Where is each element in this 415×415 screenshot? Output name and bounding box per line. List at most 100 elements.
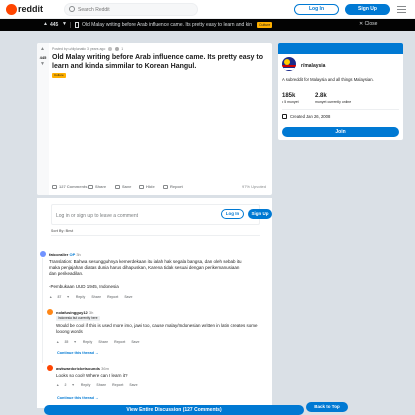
- downvote-arrow-icon[interactable]: ▼: [71, 383, 74, 387]
- comment-author[interactable]: fatcoraller: [49, 252, 68, 257]
- reply-button[interactable]: Reply: [76, 295, 86, 299]
- reddit-wordmark[interactable]: reddit: [18, 4, 43, 14]
- user-menu-icon[interactable]: [397, 6, 406, 14]
- save-button[interactable]: Save: [131, 340, 139, 344]
- comment: fatcoraller OP 3h Translation: Bahwa ses…: [40, 251, 265, 306]
- signup-button[interactable]: Sign Up: [345, 4, 390, 15]
- comment-text: Would be cool if this is used more imo, …: [56, 323, 258, 334]
- reply-button[interactable]: Reply: [83, 340, 93, 344]
- share-button[interactable]: Share: [96, 383, 106, 387]
- upvote-arrow-icon[interactable]: ▲: [56, 340, 59, 344]
- save-button[interactable]: Save: [124, 295, 132, 299]
- post-vote-count: 445: [39, 55, 47, 60]
- share-button[interactable]: Share: [98, 340, 108, 344]
- divider: [282, 109, 399, 110]
- award-count: 1: [121, 47, 124, 51]
- post-meta-text: Posted by u/diylunatic 3 years ago: [52, 47, 106, 51]
- search-input[interactable]: [78, 4, 196, 15]
- comment-time: 3h: [76, 252, 81, 257]
- thread-line[interactable]: [42, 258, 43, 363]
- comment-author-line: awkwardcricketsounds 36m: [56, 366, 109, 371]
- divider: [51, 235, 260, 236]
- comment-author[interactable]: awkwardcricketsounds: [56, 366, 100, 371]
- save-label: Save: [122, 184, 132, 189]
- report-button[interactable]: Report: [107, 295, 118, 299]
- comment-text-line: dan perikeadilan.: [49, 271, 84, 276]
- upvote-arrow-icon[interactable]: ▲: [40, 46, 45, 52]
- avatar[interactable]: [47, 309, 53, 315]
- close-label: Close: [364, 21, 378, 27]
- sticky-post-flair[interactable]: Culture: [257, 22, 273, 28]
- report-label: Report: [170, 184, 183, 189]
- report-button[interactable]: Report: [163, 184, 183, 189]
- downvote-arrow-icon[interactable]: ▼: [62, 21, 67, 27]
- flag-icon: [163, 184, 168, 189]
- downvote-arrow-icon[interactable]: ▼: [66, 295, 69, 299]
- members-label: • 5 munyet: [282, 100, 299, 104]
- continue-thread-link[interactable]: Continue this thread →: [57, 396, 99, 400]
- downvote-arrow-icon[interactable]: ▼: [40, 61, 45, 67]
- calendar-icon: [282, 114, 287, 119]
- award-icon[interactable]: [108, 47, 113, 52]
- downvote-arrow-icon[interactable]: ▼: [73, 340, 76, 344]
- comment-author[interactable]: nolafusingguy12: [56, 310, 88, 315]
- comment-author-line: fatcoraller OP 3h: [49, 252, 81, 257]
- members-count: 185k: [282, 93, 296, 99]
- hide-icon: [139, 184, 144, 189]
- hide-button[interactable]: Hide: [139, 184, 155, 189]
- share-label: Share: [95, 184, 107, 189]
- share-button[interactable]: Share: [91, 295, 101, 299]
- sticky-vote-count: 445: [50, 22, 59, 28]
- comments-button[interactable]: 127 Comments: [52, 184, 87, 189]
- vote-column: ▲ 445 ▼: [37, 43, 49, 195]
- hide-label: Hide: [146, 184, 155, 189]
- search-bar[interactable]: [64, 3, 198, 16]
- created-date: Created Jan 26, 2008: [290, 114, 331, 119]
- comment-login-button[interactable]: Log In: [221, 209, 244, 219]
- subreddit-description: A subreddit for Malaysia and all things …: [282, 77, 374, 82]
- comment-time: 3h: [88, 310, 94, 315]
- comment-login-box: Log in or sign up to leave a comment Log…: [51, 204, 272, 225]
- upvote-arrow-icon[interactable]: ▲: [56, 383, 59, 387]
- share-button[interactable]: Share: [88, 184, 106, 189]
- post-sticky-bar: ▲ 445 ▼ Old Malay writing before Arab in…: [0, 19, 415, 31]
- continue-thread-link[interactable]: Continue this thread →: [57, 351, 99, 355]
- award-icon[interactable]: [115, 47, 120, 52]
- join-button[interactable]: Join: [282, 127, 399, 137]
- search-icon: [69, 6, 75, 12]
- comments-label: 127 Comments: [59, 184, 88, 189]
- report-button[interactable]: Report: [112, 383, 123, 387]
- back-to-top-button[interactable]: Back to Top: [306, 402, 348, 412]
- comment-actions: ▲ 87 ▼ Reply Share Report Save: [49, 295, 138, 299]
- report-button[interactable]: Report: [114, 340, 125, 344]
- subreddit-name[interactable]: r/malaysia: [301, 63, 325, 69]
- comment-text-citation: -Pembukaan UUD 1945, Indonesia: [49, 284, 119, 289]
- save-button[interactable]: Save: [115, 184, 131, 189]
- comment-vote-count: 87: [57, 295, 62, 299]
- post-title: Old Malay writing before Arab influence …: [52, 54, 263, 70]
- comment-text: Looks so cool! Where can I learn it?: [56, 373, 128, 378]
- upvote-arrow-icon[interactable]: ▲: [43, 21, 48, 27]
- sort-dropdown[interactable]: Sort By: Best: [51, 229, 73, 233]
- post-card: ▲ 445 ▼ Posted by u/diylunatic 3 years a…: [37, 43, 272, 195]
- upvoted-percentage: 97% Upvoted: [241, 184, 266, 189]
- post-actions: 127 Comments Share Save Hide Report 97% …: [52, 184, 270, 191]
- malaysia-flag-icon[interactable]: [282, 57, 296, 71]
- close-button[interactable]: ✕ Close: [359, 21, 377, 27]
- avatar[interactable]: [40, 251, 46, 257]
- comment-signup-button[interactable]: Sign Up: [248, 209, 272, 219]
- bookmark-icon: [115, 184, 120, 189]
- view-entire-discussion-button[interactable]: View Entire Discussion (127 Comments): [44, 405, 304, 415]
- comment-vote-count: 35: [64, 340, 69, 344]
- upvote-arrow-icon[interactable]: ▲: [49, 295, 52, 299]
- post-flair[interactable]: Culture: [52, 73, 66, 78]
- save-button[interactable]: Save: [129, 383, 137, 387]
- comment-icon: [52, 184, 57, 189]
- comment-time: 36m: [101, 366, 109, 371]
- reply-button[interactable]: Reply: [81, 383, 91, 387]
- avatar[interactable]: [47, 365, 53, 371]
- login-button[interactable]: Log In: [294, 4, 339, 15]
- sticky-post-title: Old Malay writing before Arab influence …: [82, 22, 252, 28]
- online-label: munyet currently online: [315, 100, 352, 104]
- reddit-logo-icon[interactable]: [6, 4, 17, 15]
